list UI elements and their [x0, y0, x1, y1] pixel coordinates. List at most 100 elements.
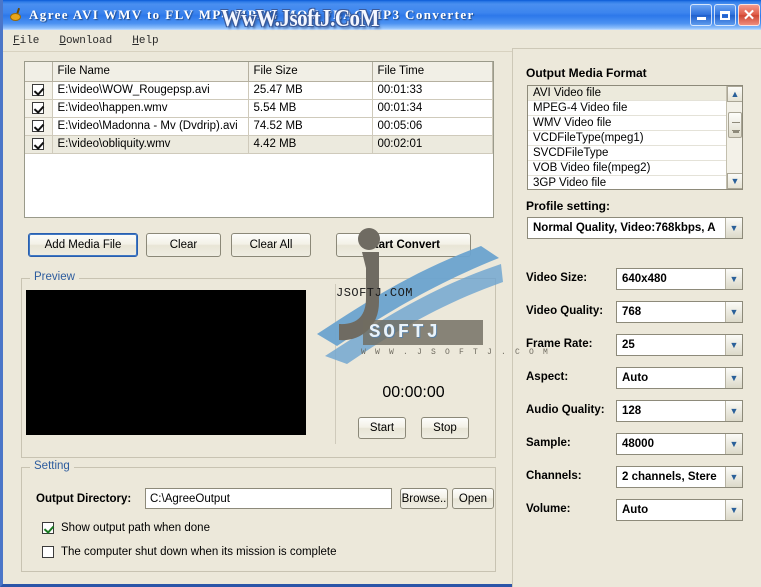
maximize-button[interactable] [714, 4, 736, 26]
column-header-file-time[interactable]: File Time [372, 62, 493, 82]
preview-video-screen[interactable] [26, 290, 306, 435]
clear-button[interactable]: Clear [146, 233, 221, 257]
chevron-down-icon[interactable]: ▼ [725, 500, 742, 520]
window-controls: ✕ [690, 4, 760, 26]
list-item[interactable]: WMV Video file [528, 116, 726, 131]
video-quality-combobox[interactable]: 768 ▼ [616, 301, 743, 323]
chevron-up-icon[interactable]: ▲ [727, 86, 742, 102]
frame-rate-value: 25 [622, 339, 635, 351]
scrollbar-thumb[interactable] [728, 112, 742, 138]
column-header-file-name[interactable]: File Name [52, 62, 249, 82]
cell-file-size: 74.52 MB [248, 117, 373, 136]
shutdown-row[interactable]: The computer shut down when its mission … [42, 546, 336, 558]
add-media-file-button[interactable]: Add Media File [28, 233, 138, 257]
volume-value: Auto [622, 504, 649, 516]
start-convert-button[interactable]: Start Convert [336, 233, 471, 257]
chevron-down-icon[interactable]: ▼ [725, 401, 742, 421]
menu-item-download[interactable]: Download [57, 33, 122, 49]
sample-combobox[interactable]: 48000 ▼ [616, 433, 743, 455]
open-button[interactable]: Open [452, 488, 494, 509]
table-row[interactable]: E:\video\happen.wmv 5.54 MB 00:01:34 [25, 99, 493, 118]
preview-group: Preview 00:00:00 Start Stop [21, 271, 496, 458]
close-button[interactable]: ✕ [738, 4, 760, 26]
table-row[interactable]: E:\video\Madonna - Mv (Dvdrip).avi 74.52… [25, 117, 493, 136]
cell-file-time: 00:05:06 [372, 117, 493, 136]
preview-stop-button[interactable]: Stop [421, 417, 469, 439]
cell-file-size: 25.47 MB [248, 81, 373, 100]
show-output-path-label: Show output path when done [61, 522, 210, 534]
chevron-down-icon[interactable]: ▼ [725, 368, 742, 388]
chevron-down-icon[interactable]: ▼ [725, 218, 742, 238]
cell-file-name: E:\video\obliquity.wmv [52, 135, 249, 154]
aspect-label: Aspect: [526, 371, 569, 383]
output-directory-input[interactable]: C:\AgreeOutput [145, 488, 392, 509]
chevron-down-icon[interactable]: ▼ [725, 335, 742, 355]
aspect-combobox[interactable]: Auto ▼ [616, 367, 743, 389]
row-checkbox[interactable] [32, 119, 45, 132]
file-table-body: E:\video\WOW_Rougepsp.avi 25.47 MB 00:01… [25, 81, 493, 154]
table-row[interactable]: E:\video\WOW_Rougepsp.avi 25.47 MB 00:01… [25, 81, 493, 100]
row-checkbox[interactable] [32, 101, 45, 114]
output-format-items: AVI Video file MPEG-4 Video file WMV Vid… [528, 86, 726, 189]
preview-group-title: Preview [30, 271, 79, 283]
listbox-scrollbar[interactable]: ▲ ▼ [726, 86, 742, 189]
row-checkbox-cell[interactable] [25, 135, 53, 154]
chevron-down-icon[interactable]: ▼ [725, 302, 742, 322]
clear-all-button[interactable]: Clear All [231, 233, 311, 257]
chevron-down-icon[interactable]: ▼ [725, 467, 742, 487]
row-checkbox-cell[interactable] [25, 81, 53, 100]
video-size-combobox[interactable]: 640x480 ▼ [616, 268, 743, 290]
cell-file-name: E:\video\WOW_Rougepsp.avi [52, 81, 249, 100]
volume-combobox[interactable]: Auto ▼ [616, 499, 743, 521]
right-pane: Output Media Format AVI Video file MPEG-… [512, 48, 761, 587]
menu-label: ile [19, 34, 40, 47]
list-item[interactable]: AVI Video file [528, 86, 726, 101]
frame-rate-combobox[interactable]: 25 ▼ [616, 334, 743, 356]
video-quality-label: Video Quality: [526, 305, 604, 317]
list-item[interactable]: SVCDFileType [528, 146, 726, 161]
title-bar: Agree AVI WMV to FLV MP4 MPEG MOV FLAC M… [3, 0, 761, 30]
profile-setting-value: Normal Quality, Video:768kbps, A [533, 222, 716, 234]
menu-item-help[interactable]: Help [130, 33, 168, 49]
video-size-label: Video Size: [526, 272, 588, 284]
table-row[interactable]: E:\video\obliquity.wmv 4.42 MB 00:02:01 [25, 135, 493, 154]
application-window: Agree AVI WMV to FLV MP4 MPEG MOV FLAC M… [0, 0, 761, 587]
menu-item-file[interactable]: File [11, 33, 49, 49]
list-item[interactable]: 3GP Video file [528, 176, 726, 189]
list-item[interactable]: VCDFileType(mpeg1) [528, 131, 726, 146]
channels-combobox[interactable]: 2 channels, Stere ▼ [616, 466, 743, 488]
window-title: Agree AVI WMV to FLV MP4 MPEG MOV FLAC M… [29, 7, 475, 22]
cell-file-time: 00:01:34 [372, 99, 493, 118]
column-header-check[interactable] [25, 62, 53, 82]
menu-accel: F [13, 34, 20, 47]
show-output-path-checkbox[interactable] [42, 522, 54, 534]
minimize-button[interactable] [690, 4, 712, 26]
file-list[interactable]: File Name File Size File Time E:\video\W… [24, 61, 494, 218]
preview-start-button[interactable]: Start [358, 417, 406, 439]
row-checkbox[interactable] [32, 83, 45, 96]
row-checkbox-cell[interactable] [25, 117, 53, 136]
row-checkbox-cell[interactable] [25, 99, 53, 118]
row-checkbox[interactable] [32, 137, 45, 150]
list-item[interactable]: MPEG-4 Video file [528, 101, 726, 116]
chevron-down-icon[interactable]: ▼ [727, 173, 742, 189]
audio-quality-combobox[interactable]: 128 ▼ [616, 400, 743, 422]
browse-button[interactable]: Browse.. [400, 488, 448, 509]
shutdown-checkbox[interactable] [42, 546, 54, 558]
sample-value: 48000 [622, 438, 654, 450]
cell-file-size: 5.54 MB [248, 99, 373, 118]
minimize-icon [696, 17, 706, 20]
profile-setting-combobox[interactable]: Normal Quality, Video:768kbps, A ▼ [527, 217, 743, 239]
output-media-format-label: Output Media Format [526, 66, 647, 80]
chevron-down-icon[interactable]: ▼ [725, 434, 742, 454]
output-media-format-listbox[interactable]: AVI Video file MPEG-4 Video file WMV Vid… [527, 85, 743, 190]
list-item[interactable]: VOB Video file(mpeg2) [528, 161, 726, 176]
show-output-path-row[interactable]: Show output path when done [42, 522, 210, 534]
cell-file-size: 4.42 MB [248, 135, 373, 154]
chevron-down-icon[interactable]: ▼ [725, 269, 742, 289]
cell-file-name: E:\video\happen.wmv [52, 99, 249, 118]
menu-label: elp [138, 34, 159, 47]
file-table-head: File Name File Size File Time [25, 62, 493, 82]
table-header-row: File Name File Size File Time [25, 62, 493, 82]
column-header-file-size[interactable]: File Size [248, 62, 373, 82]
